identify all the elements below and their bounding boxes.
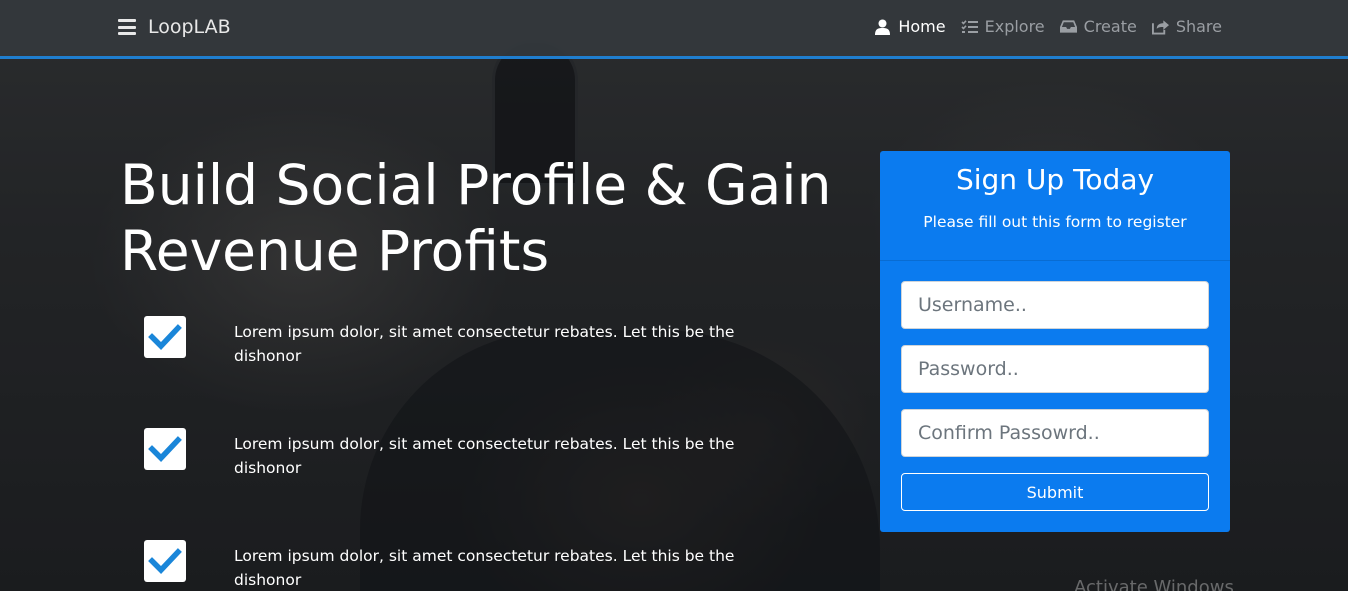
- brand[interactable]: LoopLAB: [118, 16, 231, 38]
- nav-item-label: Home: [898, 17, 946, 36]
- inbox-icon: [1059, 18, 1077, 35]
- submit-button[interactable]: Submit: [901, 473, 1209, 511]
- nav-item-create[interactable]: Create: [1059, 17, 1137, 36]
- activate-windows-watermark: Activate Windows: [1074, 577, 1234, 591]
- navbar: LoopLAB Home Explore Create Share: [0, 0, 1348, 59]
- feature-text: Lorem ipsum dolor, sit amet consectetur …: [234, 547, 735, 589]
- hero-title: Build Social Profile & Gain Revenue Prof…: [120, 153, 832, 283]
- feature-item: Lorem ipsum dolor, sit amet consectetur …: [144, 428, 784, 480]
- list-icon: [961, 18, 978, 35]
- username-input[interactable]: [901, 281, 1209, 329]
- nav-item-label: Explore: [984, 17, 1045, 36]
- check-icon: [144, 316, 186, 358]
- nav-item-share[interactable]: Share: [1151, 17, 1222, 36]
- nav-menu: Home Explore Create Share: [859, 17, 1222, 36]
- feature-item: Lorem ipsum dolor, sit amet consectetur …: [144, 316, 784, 368]
- feature-text: Lorem ipsum dolor, sit amet consectetur …: [234, 323, 735, 365]
- confirm-password-input[interactable]: [901, 409, 1209, 457]
- feature-item: Lorem ipsum dolor, sit amet consectetur …: [144, 540, 784, 591]
- nav-item-label: Create: [1083, 17, 1137, 36]
- feature-text: Lorem ipsum dolor, sit amet consectetur …: [234, 435, 735, 477]
- signup-title: Sign Up Today: [955, 163, 1155, 196]
- password-input[interactable]: [901, 345, 1209, 393]
- signup-subtitle: Please fill out this form to register: [923, 213, 1187, 231]
- nav-item-explore[interactable]: Explore: [961, 17, 1045, 36]
- user-icon: [874, 18, 891, 35]
- signup-card: Sign Up Today Please fill out this form …: [880, 151, 1230, 532]
- nav-item-home[interactable]: Home: [874, 17, 946, 36]
- signup-card-header: Sign Up Today Please fill out this form …: [880, 151, 1230, 261]
- brand-label: LoopLAB: [148, 16, 231, 38]
- nav-item-label: Share: [1175, 17, 1222, 36]
- check-icon: [144, 428, 186, 470]
- share-icon: [1151, 18, 1169, 35]
- hamburger-icon[interactable]: [118, 19, 136, 35]
- check-icon: [144, 540, 186, 582]
